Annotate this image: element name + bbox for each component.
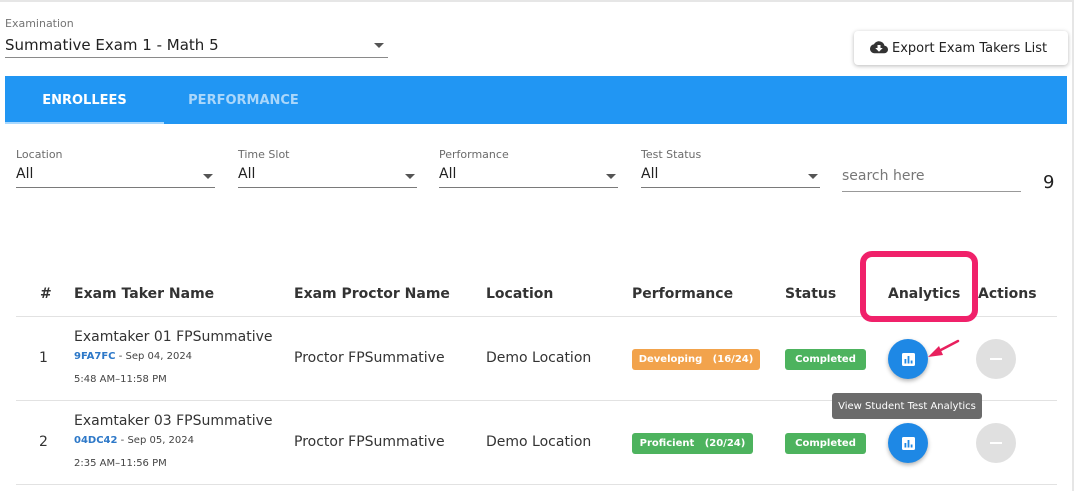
location-filter: Location All: [16, 148, 215, 188]
column-header-index: #: [40, 286, 52, 302]
bar-chart-icon: [901, 352, 915, 366]
chevron-down-icon: [405, 174, 415, 179]
exam-taker-code-link[interactable]: 04DC42: [74, 435, 117, 446]
location-cell: Demo Location: [486, 434, 592, 450]
performance-filter: Performance All: [439, 148, 618, 188]
tab-performance[interactable]: PERFORMANCE: [164, 76, 323, 124]
row-index: 2: [39, 434, 48, 450]
chevron-down-icon: [808, 174, 818, 179]
analytics-highlight-box: [860, 251, 978, 322]
location-select[interactable]: All: [16, 164, 215, 188]
exam-time-range: 5:48 AM–11:58 PM: [74, 374, 167, 385]
export-exam-takers-button[interactable]: Export Exam Takers List: [854, 31, 1068, 65]
remove-button[interactable]: [976, 423, 1016, 463]
minus-icon: [990, 442, 1002, 444]
analytics-tooltip: View Student Test Analytics: [832, 393, 982, 419]
result-count: 9: [1043, 172, 1055, 193]
location-filter-value: All: [16, 166, 34, 182]
tab-bar: ENROLLEES PERFORMANCE: [5, 76, 1067, 124]
tab-performance-label: PERFORMANCE: [188, 92, 299, 108]
column-header-status[interactable]: Status: [785, 286, 836, 302]
exam-taker-name: Examtaker 01 FPSummative: [74, 329, 273, 345]
exam-date: - Sep 05, 2024: [117, 435, 195, 446]
exam-date: - Sep 04, 2024: [115, 351, 193, 362]
tab-enrollees-label: ENROLLEES: [42, 92, 127, 108]
location-filter-label: Location: [16, 148, 63, 161]
test-status-filter: Test Status All: [641, 148, 820, 188]
time-slot-filter: Time Slot All: [238, 148, 417, 188]
row-index: 1: [39, 350, 48, 366]
status-badge: Completed: [785, 349, 866, 370]
column-header-exam-taker[interactable]: Exam Taker Name: [74, 286, 214, 302]
window-top-border: [0, 0, 1074, 2]
performance-badge: Proficient (20/24): [632, 433, 753, 454]
status-badge: Completed: [785, 433, 866, 454]
chevron-down-icon: [374, 43, 384, 48]
column-header-actions: Actions: [978, 286, 1037, 302]
proctor-name: Proctor FPSummative: [294, 350, 445, 366]
time-slot-filter-value: All: [238, 166, 256, 182]
exam-taker-meta: 9FA7FC - Sep 04, 2024: [74, 351, 192, 362]
cloud-download-icon: [870, 41, 888, 54]
table-divider: [16, 484, 1057, 485]
view-analytics-button[interactable]: [888, 423, 928, 463]
examination-label: Examination: [5, 17, 74, 30]
chevron-down-icon: [606, 174, 616, 179]
time-slot-select[interactable]: All: [238, 164, 417, 188]
time-slot-filter-label: Time Slot: [238, 148, 290, 161]
column-header-location[interactable]: Location: [486, 286, 553, 302]
exam-taker-name: Examtaker 03 FPSummative: [74, 413, 273, 429]
column-header-exam-proctor[interactable]: Exam Proctor Name: [294, 286, 450, 302]
performance-filter-label: Performance: [439, 148, 509, 161]
exam-taker-code-link[interactable]: 9FA7FC: [74, 351, 116, 362]
minus-icon: [990, 358, 1002, 360]
search-input[interactable]: [842, 160, 1021, 192]
examination-select[interactable]: Summative Exam 1 - Math 5: [5, 34, 388, 58]
chevron-down-icon: [203, 174, 213, 179]
examination-value: Summative Exam 1 - Math 5: [5, 36, 219, 54]
test-status-filter-value: All: [641, 166, 659, 182]
performance-badge: Developing (16/24): [632, 349, 760, 370]
test-status-filter-label: Test Status: [641, 148, 702, 161]
proctor-name: Proctor FPSummative: [294, 434, 445, 450]
active-tab-indicator: [5, 122, 164, 124]
view-analytics-button[interactable]: [888, 339, 928, 379]
pointer-arrow-icon: [928, 339, 960, 357]
performance-filter-value: All: [439, 166, 457, 182]
remove-button[interactable]: [976, 339, 1016, 379]
column-header-performance[interactable]: Performance: [632, 286, 733, 302]
export-button-label: Export Exam Takers List: [892, 40, 1048, 56]
exam-time-range: 2:35 AM–11:56 PM: [74, 458, 167, 469]
exam-taker-meta: 04DC42 - Sep 05, 2024: [74, 435, 194, 446]
bar-chart-icon: [901, 436, 915, 450]
tab-enrollees[interactable]: ENROLLEES: [5, 76, 164, 124]
test-status-select[interactable]: All: [641, 164, 820, 188]
performance-select[interactable]: All: [439, 164, 618, 188]
location-cell: Demo Location: [486, 350, 592, 366]
